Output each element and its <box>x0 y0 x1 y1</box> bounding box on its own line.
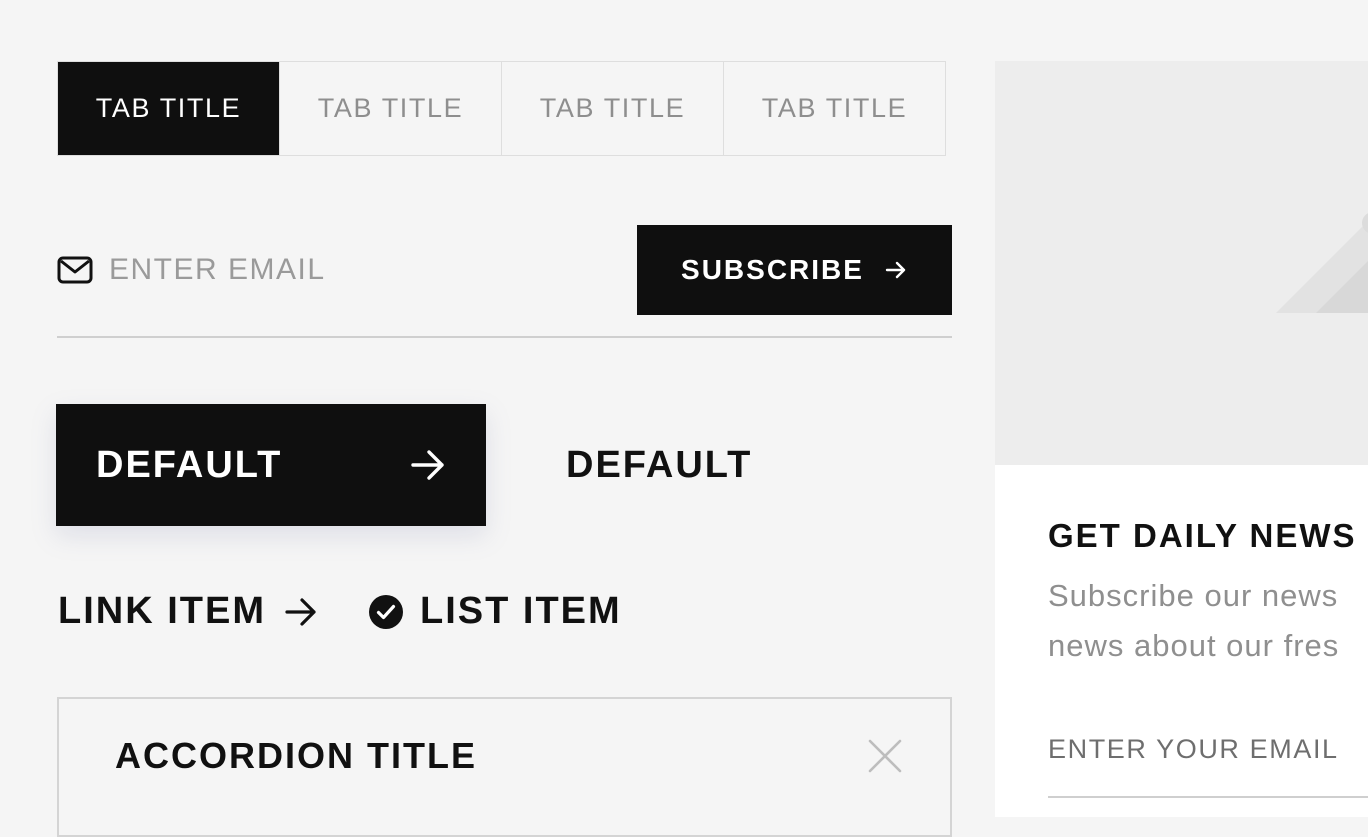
card-description: Subscribe our news news about our fres <box>1048 571 1368 671</box>
mail-icon <box>57 256 93 284</box>
tab-3[interactable]: TAB TITLE <box>501 62 723 155</box>
news-card: GET DAILY NEWS Subscribe our news news a… <box>995 61 1368 817</box>
card-description-line: news about our fres <box>1048 628 1340 663</box>
tab-1[interactable]: TAB TITLE <box>58 62 279 155</box>
email-input[interactable] <box>109 247 609 293</box>
default-text-button[interactable]: DEFAULT <box>566 444 752 487</box>
arrow-right-icon <box>411 450 444 480</box>
close-icon[interactable] <box>868 739 902 773</box>
link-item-label: LINK ITEM <box>58 590 266 632</box>
list-item-label: LIST ITEM <box>420 590 622 632</box>
subscribe-button[interactable]: SUBSCRIBE <box>637 225 952 315</box>
tab-bar: TAB TITLE TAB TITLE TAB TITLE TAB TITLE <box>57 61 946 156</box>
card-image <box>995 61 1368 465</box>
accordion[interactable]: ACCORDION TITLE <box>57 697 952 837</box>
tab-2[interactable]: TAB TITLE <box>279 62 501 155</box>
subscribe-button-label: SUBSCRIBE <box>681 254 864 285</box>
arrow-right-icon <box>885 261 906 279</box>
subscribe-form: SUBSCRIBE <box>57 225 952 315</box>
card-description-line: Subscribe our news <box>1048 578 1339 613</box>
email-underline <box>57 336 952 338</box>
card-body: GET DAILY NEWS Subscribe our news news a… <box>995 465 1368 817</box>
check-circle-icon <box>369 594 403 629</box>
default-primary-button[interactable]: DEFAULT <box>56 404 486 526</box>
arrow-right-icon <box>285 597 316 626</box>
default-primary-button-label: DEFAULT <box>96 444 283 486</box>
link-item[interactable]: LINK ITEM <box>58 590 318 633</box>
card-email-underline <box>1048 796 1368 798</box>
card-email-input[interactable] <box>1048 727 1368 771</box>
tab-4[interactable]: TAB TITLE <box>723 62 945 155</box>
image-placeholder-icon <box>1276 213 1368 313</box>
card-title: GET DAILY NEWS <box>1048 517 1357 554</box>
list-item: LIST ITEM <box>368 590 622 633</box>
accordion-title: ACCORDION TITLE <box>115 735 477 776</box>
